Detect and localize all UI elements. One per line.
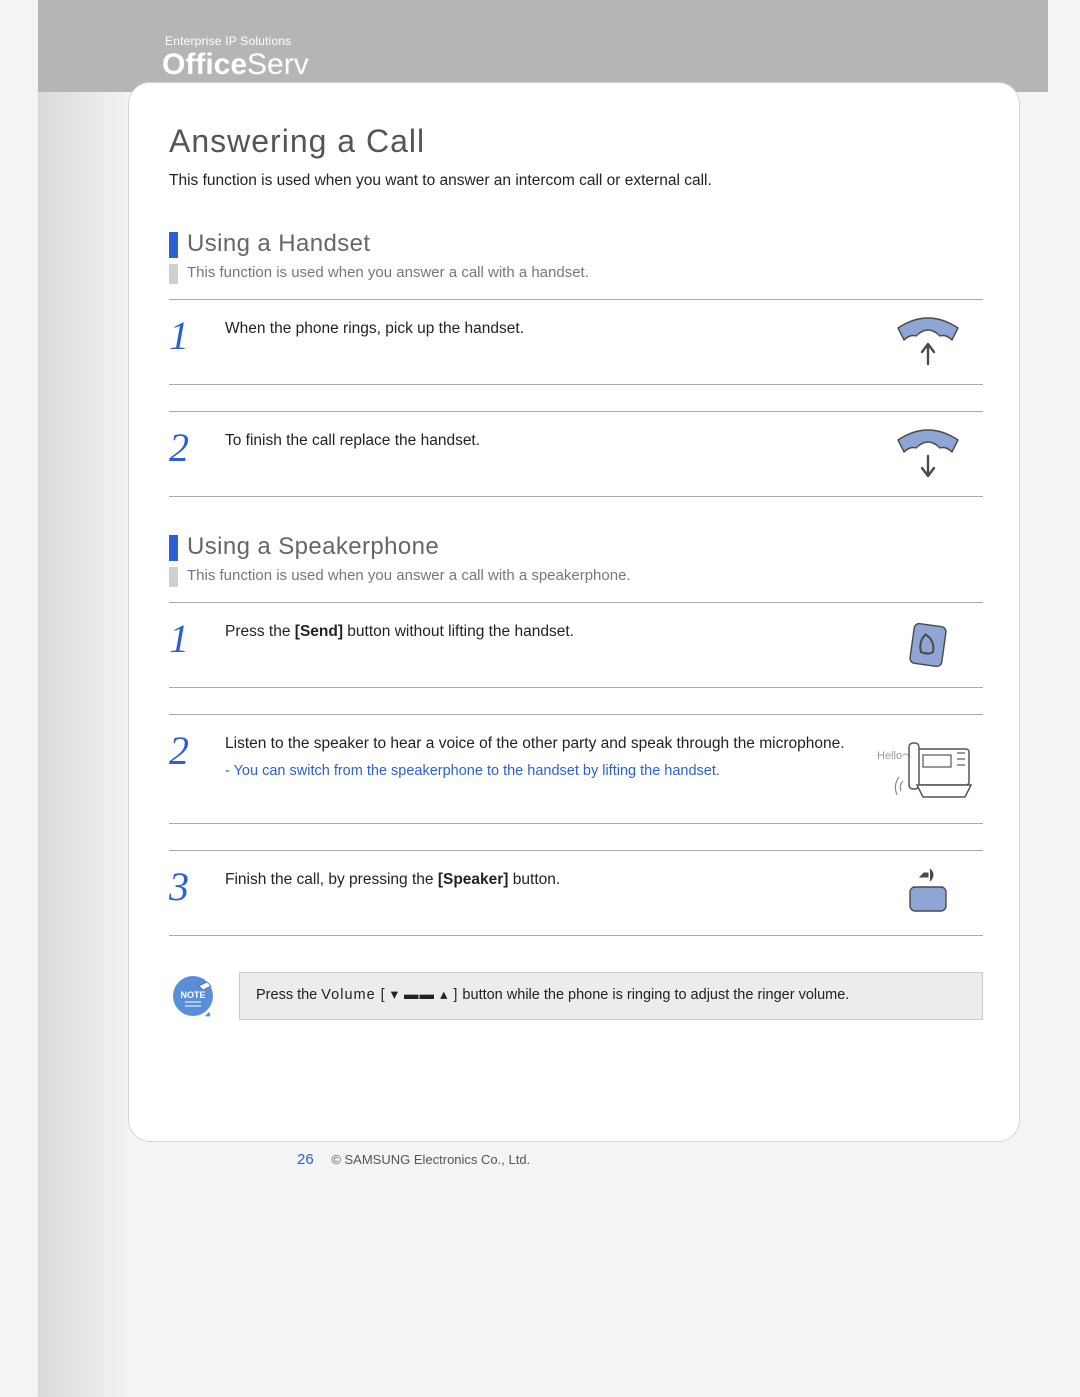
- step-text: Listen to the speaker to hear a voice of…: [225, 729, 873, 783]
- speaker-button-icon: [873, 865, 983, 921]
- note-badge-icon: NOTE: [169, 972, 225, 1028]
- volume-button-label: Volume [ ▾ ▬▬ ▴ ]: [321, 987, 458, 1003]
- step-text: To finish the call replace the handset.: [225, 426, 873, 454]
- text-post: button.: [508, 871, 560, 888]
- page-number: 26: [297, 1151, 314, 1168]
- section-title: Using a Handset: [187, 230, 983, 258]
- step-speaker-2: 2 Listen to the speaker to hear a voice …: [169, 714, 983, 824]
- text-pre: Finish the call, by pressing the: [225, 871, 438, 888]
- hello-label: Hello～: [877, 750, 913, 762]
- note-post: button while the phone is ringing to adj…: [458, 987, 849, 1003]
- text-post: button without lifting the handset.: [343, 623, 574, 640]
- handset-up-icon: [873, 314, 983, 370]
- step-subnote: - You can switch from the speakerphone t…: [225, 761, 863, 783]
- page-intro: This function is used when you want to a…: [169, 172, 983, 190]
- brand-light: Serv: [247, 48, 309, 81]
- step-text: Press the [Send] button without lifting …: [225, 617, 873, 645]
- step-handset-1: 1 When the phone rings, pick up the hand…: [169, 299, 983, 385]
- send-button-label: [Send]: [295, 623, 343, 640]
- step-number: 2: [169, 729, 225, 771]
- step-text: Finish the call, by pressing the [Speake…: [225, 865, 873, 893]
- section-desc: This function is used when you answer a …: [169, 264, 983, 281]
- main-content-panel: Answering a Call This function is used w…: [128, 82, 1020, 1142]
- step-number: 1: [169, 617, 225, 659]
- deskphone-icon: Hello～: [873, 729, 983, 809]
- section-speakerphone: Using a Speakerphone This function is us…: [169, 533, 983, 936]
- note-box: NOTE Press the Volume [ ▾ ▬▬ ▴ ] button …: [169, 972, 983, 1028]
- step-speaker-1: 1 Press the [Send] button without liftin…: [169, 602, 983, 688]
- handset-down-icon: [873, 426, 983, 482]
- page-footer: 26 © SAMSUNG Electronics Co., Ltd.: [297, 1151, 530, 1168]
- section-desc: This function is used when you answer a …: [169, 567, 983, 584]
- brand-bold: Office: [162, 48, 247, 81]
- step-main-text: Listen to the speaker to hear a voice of…: [225, 735, 845, 752]
- step-number: 3: [169, 865, 225, 907]
- speaker-button-label: [Speaker]: [438, 871, 509, 888]
- section-handset: Using a Handset This function is used wh…: [169, 230, 983, 497]
- text-pre: Press the: [225, 623, 295, 640]
- step-number: 2: [169, 426, 225, 468]
- header-brand: OfficeServ: [162, 48, 309, 82]
- step-handset-2: 2 To finish the call replace the handset…: [169, 411, 983, 497]
- note-text: Press the Volume [ ▾ ▬▬ ▴ ] button while…: [239, 972, 983, 1020]
- step-number: 1: [169, 314, 225, 356]
- section-title: Using a Speakerphone: [187, 533, 983, 561]
- header-tagline: Enterprise IP Solutions: [165, 34, 291, 48]
- step-text: When the phone rings, pick up the handse…: [225, 314, 873, 342]
- send-button-icon: [873, 617, 983, 673]
- section-head: Using a Handset: [169, 230, 983, 258]
- note-badge-text: NOTE: [180, 990, 205, 1000]
- left-margin-stripe: [38, 0, 128, 1397]
- copyright-text: © SAMSUNG Electronics Co., Ltd.: [331, 1152, 530, 1167]
- page-title: Answering a Call: [169, 123, 983, 160]
- section-head: Using a Speakerphone: [169, 533, 983, 561]
- note-pre: Press the: [256, 987, 321, 1003]
- step-speaker-3: 3 Finish the call, by pressing the [Spea…: [169, 850, 983, 936]
